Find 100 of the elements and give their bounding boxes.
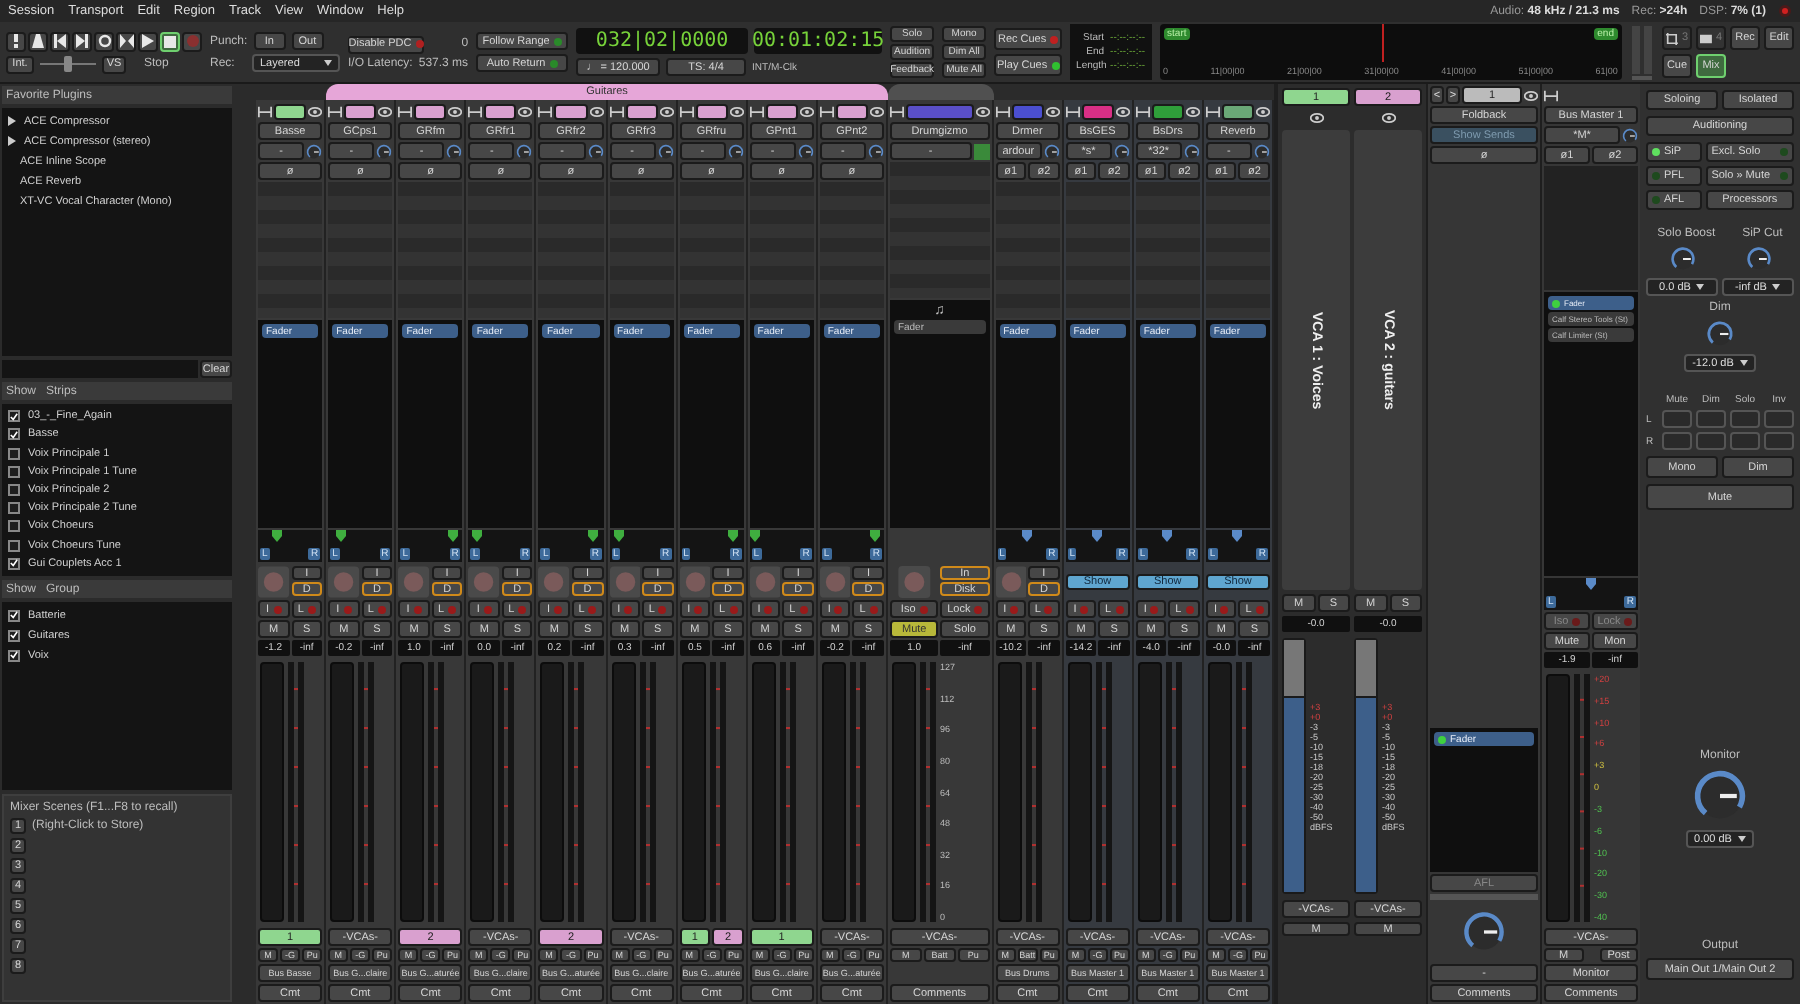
trim-knob[interactable] bbox=[1254, 143, 1271, 159]
eye-icon[interactable] bbox=[1045, 105, 1060, 117]
channel-toggle[interactable] bbox=[1764, 432, 1794, 450]
channel-toggle[interactable] bbox=[1730, 410, 1760, 428]
width-toggle-icon[interactable] bbox=[609, 105, 624, 117]
solo-boost-knob[interactable] bbox=[1669, 246, 1695, 272]
trim-knob[interactable] bbox=[516, 143, 533, 159]
width-toggle-icon[interactable] bbox=[679, 105, 694, 117]
width-toggle-icon[interactable] bbox=[749, 105, 764, 117]
panner-handle[interactable] bbox=[613, 530, 624, 542]
width-toggle-icon[interactable] bbox=[398, 105, 413, 117]
trim-knob[interactable] bbox=[1113, 143, 1130, 159]
checkbox[interactable] bbox=[8, 629, 20, 641]
trim-knob[interactable] bbox=[797, 143, 814, 159]
eye-icon[interactable] bbox=[518, 105, 533, 117]
width-toggle-icon[interactable] bbox=[538, 105, 553, 117]
width-toggle-icon[interactable] bbox=[1065, 105, 1080, 117]
width-toggle-icon[interactable] bbox=[889, 105, 904, 117]
channel-toggle[interactable] bbox=[1730, 432, 1760, 450]
trim-knob[interactable] bbox=[867, 143, 884, 159]
eye-icon[interactable] bbox=[589, 105, 604, 117]
checkbox[interactable] bbox=[8, 539, 20, 552]
width-toggle-icon[interactable] bbox=[1135, 105, 1150, 117]
loop-button[interactable] bbox=[94, 31, 114, 51]
vca-fader[interactable] bbox=[1354, 638, 1378, 894]
skip-start-button[interactable] bbox=[50, 31, 70, 51]
vca-fader[interactable] bbox=[1282, 638, 1306, 894]
width-toggle-icon[interactable] bbox=[819, 105, 834, 117]
trim-knob[interactable] bbox=[376, 143, 393, 159]
channel-toggle[interactable] bbox=[1696, 410, 1726, 428]
panner-handle[interactable] bbox=[869, 530, 880, 542]
checkbox[interactable] bbox=[8, 557, 20, 570]
width-toggle-icon[interactable] bbox=[1205, 105, 1220, 117]
strip-color-button[interactable] bbox=[1221, 103, 1255, 119]
panner-handle[interactable] bbox=[448, 530, 458, 542]
stereo-panner-handle[interactable] bbox=[1092, 530, 1103, 542]
width-toggle-icon[interactable] bbox=[258, 105, 272, 117]
skip-end-button[interactable] bbox=[72, 31, 92, 51]
eye-icon[interactable] bbox=[1309, 112, 1323, 124]
strip-color-button[interactable] bbox=[484, 103, 517, 119]
eye-icon[interactable] bbox=[975, 105, 990, 117]
strip-color-button[interactable] bbox=[1151, 103, 1184, 119]
checkbox[interactable] bbox=[8, 520, 20, 533]
dim-knob[interactable] bbox=[1706, 320, 1734, 348]
sip-cut-knob[interactable] bbox=[1745, 246, 1771, 272]
eye-icon[interactable] bbox=[378, 105, 393, 117]
strip-color-button[interactable] bbox=[344, 103, 377, 119]
strip-color-button[interactable] bbox=[905, 103, 974, 119]
checkbox[interactable] bbox=[8, 609, 20, 621]
strip-color-button[interactable] bbox=[695, 103, 728, 119]
panner-handle[interactable] bbox=[272, 530, 283, 542]
stereo-panner-handle[interactable] bbox=[1586, 578, 1596, 590]
trim-knob[interactable] bbox=[587, 143, 604, 159]
checkbox[interactable] bbox=[8, 447, 20, 460]
trim-knob[interactable] bbox=[1622, 127, 1638, 143]
width-toggle-icon[interactable] bbox=[1544, 89, 1558, 101]
checkbox[interactable] bbox=[8, 502, 20, 515]
strip-color-button[interactable] bbox=[625, 103, 658, 119]
trim-knob[interactable] bbox=[1043, 143, 1060, 159]
range-button[interactable] bbox=[116, 31, 136, 51]
panner-handle[interactable] bbox=[728, 530, 739, 542]
eye-icon[interactable] bbox=[869, 105, 884, 117]
strip-color-button[interactable] bbox=[1011, 103, 1044, 119]
strip-color-button[interactable] bbox=[765, 103, 798, 119]
trim-knob[interactable] bbox=[727, 143, 744, 159]
eye-icon[interactable] bbox=[799, 105, 814, 117]
checkbox[interactable] bbox=[8, 428, 20, 441]
trim-knob[interactable] bbox=[1183, 143, 1200, 159]
width-toggle-icon[interactable] bbox=[995, 105, 1010, 117]
stereo-panner-handle[interactable] bbox=[1232, 530, 1243, 542]
eye-icon[interactable] bbox=[729, 105, 744, 117]
eye-icon[interactable] bbox=[1381, 112, 1395, 124]
channel-toggle[interactable] bbox=[1696, 432, 1726, 450]
slider-thumb[interactable] bbox=[64, 56, 72, 72]
channel-toggle[interactable] bbox=[1662, 410, 1692, 428]
expand-icon[interactable] bbox=[8, 136, 16, 146]
panic-button[interactable] bbox=[6, 31, 26, 51]
eye-icon[interactable] bbox=[1115, 105, 1130, 117]
strip-color-button[interactable] bbox=[274, 103, 307, 119]
channel-toggle[interactable] bbox=[1662, 432, 1692, 450]
channel-toggle[interactable] bbox=[1764, 410, 1794, 428]
send-level-knob[interactable] bbox=[1462, 910, 1506, 954]
width-toggle-icon[interactable] bbox=[468, 105, 483, 117]
eye-icon[interactable] bbox=[659, 105, 674, 117]
eye-icon[interactable] bbox=[308, 105, 323, 117]
expand-icon[interactable] bbox=[8, 116, 16, 126]
strip-color-button[interactable] bbox=[414, 103, 447, 119]
strip-color-button[interactable] bbox=[554, 103, 588, 119]
stereo-panner-handle[interactable] bbox=[1162, 530, 1173, 542]
width-toggle-icon[interactable] bbox=[328, 105, 343, 117]
checkbox[interactable] bbox=[8, 410, 20, 423]
trim-knob[interactable] bbox=[446, 143, 463, 159]
strip-color-button[interactable] bbox=[1081, 103, 1114, 119]
stop-button[interactable] bbox=[160, 31, 180, 51]
eye-icon[interactable] bbox=[1524, 89, 1538, 101]
checkbox[interactable] bbox=[8, 465, 20, 478]
panner-handle[interactable] bbox=[336, 530, 347, 542]
eye-icon[interactable] bbox=[448, 105, 463, 117]
panner-handle[interactable] bbox=[588, 530, 599, 542]
eye-icon[interactable] bbox=[1256, 105, 1271, 117]
